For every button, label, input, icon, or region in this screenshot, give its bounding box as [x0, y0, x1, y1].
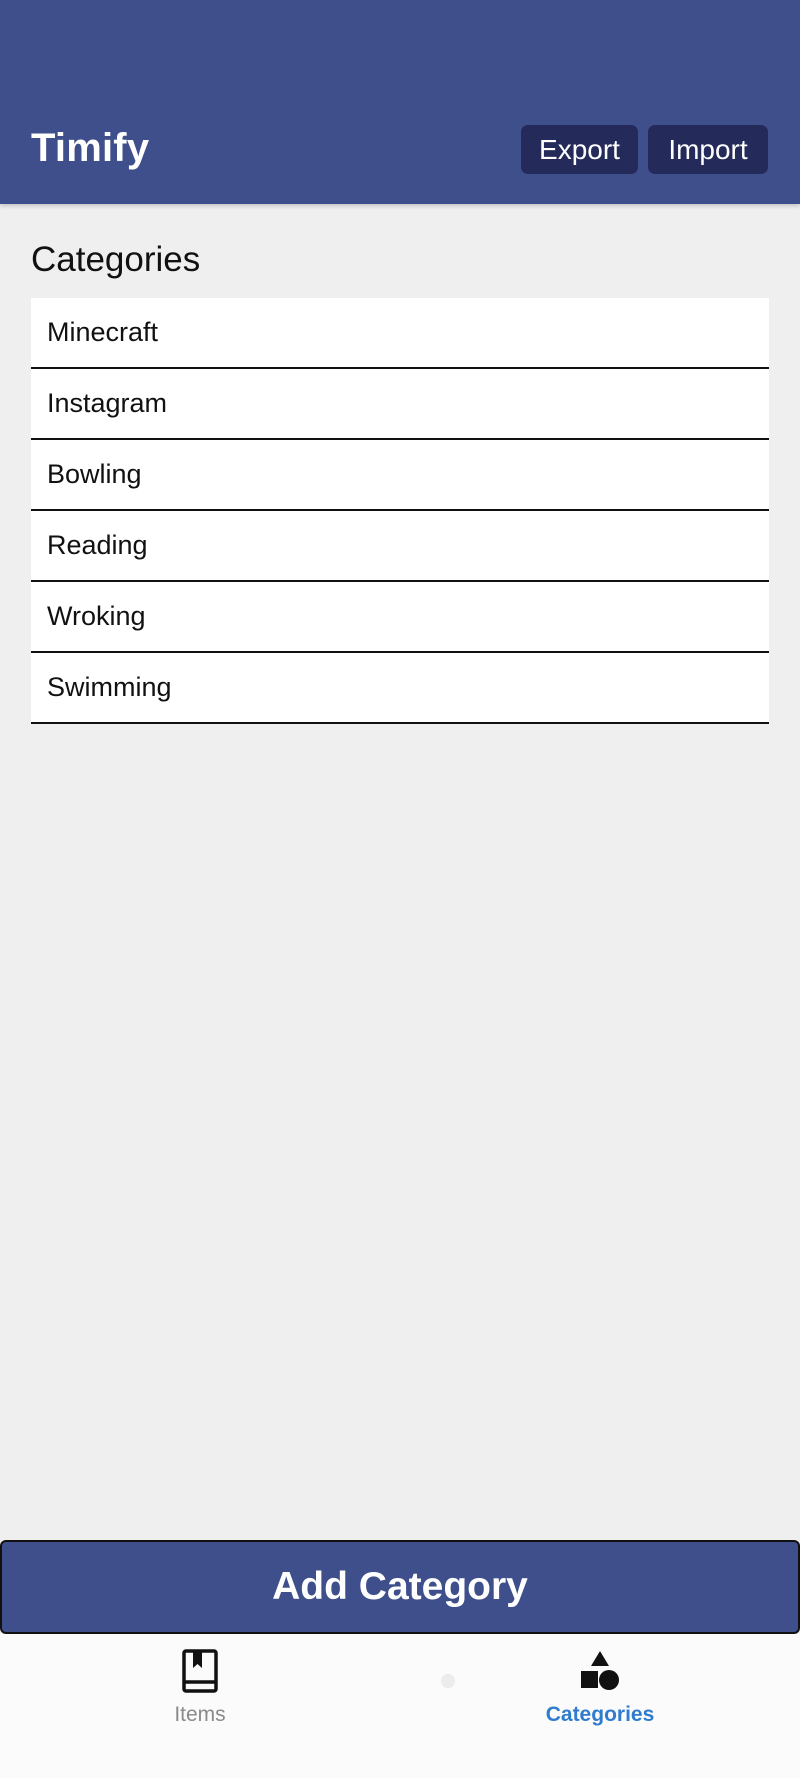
tab-items[interactable]: Items	[0, 1634, 400, 1744]
bottom-navigation: Items Categories	[0, 1634, 800, 1778]
tab-categories[interactable]: Categories	[400, 1634, 800, 1744]
book-icon	[182, 1649, 218, 1693]
import-button[interactable]: Import	[648, 125, 768, 174]
shapes-icon	[581, 1651, 619, 1690]
tab-categories-label: Categories	[545, 1703, 655, 1726]
section-title: Categories	[31, 240, 201, 279]
app-header: Timify Export Import	[0, 0, 800, 204]
tab-items-label: Items	[174, 1703, 226, 1726]
category-list: Minecraft Instagram Bowling Reading Wrok…	[31, 298, 769, 724]
category-item[interactable]: Instagram	[31, 369, 769, 440]
category-item[interactable]: Swimming	[31, 653, 769, 724]
app-title: Timify	[31, 126, 150, 170]
add-category-button[interactable]: Add Category	[0, 1540, 800, 1634]
category-item[interactable]: Bowling	[31, 440, 769, 511]
export-button[interactable]: Export	[521, 125, 638, 174]
category-item[interactable]: Reading	[31, 511, 769, 582]
category-item[interactable]: Minecraft	[31, 298, 769, 369]
category-item[interactable]: Wroking	[31, 582, 769, 653]
app-root: Timify Export Import Categories Minecraf…	[0, 0, 800, 1778]
